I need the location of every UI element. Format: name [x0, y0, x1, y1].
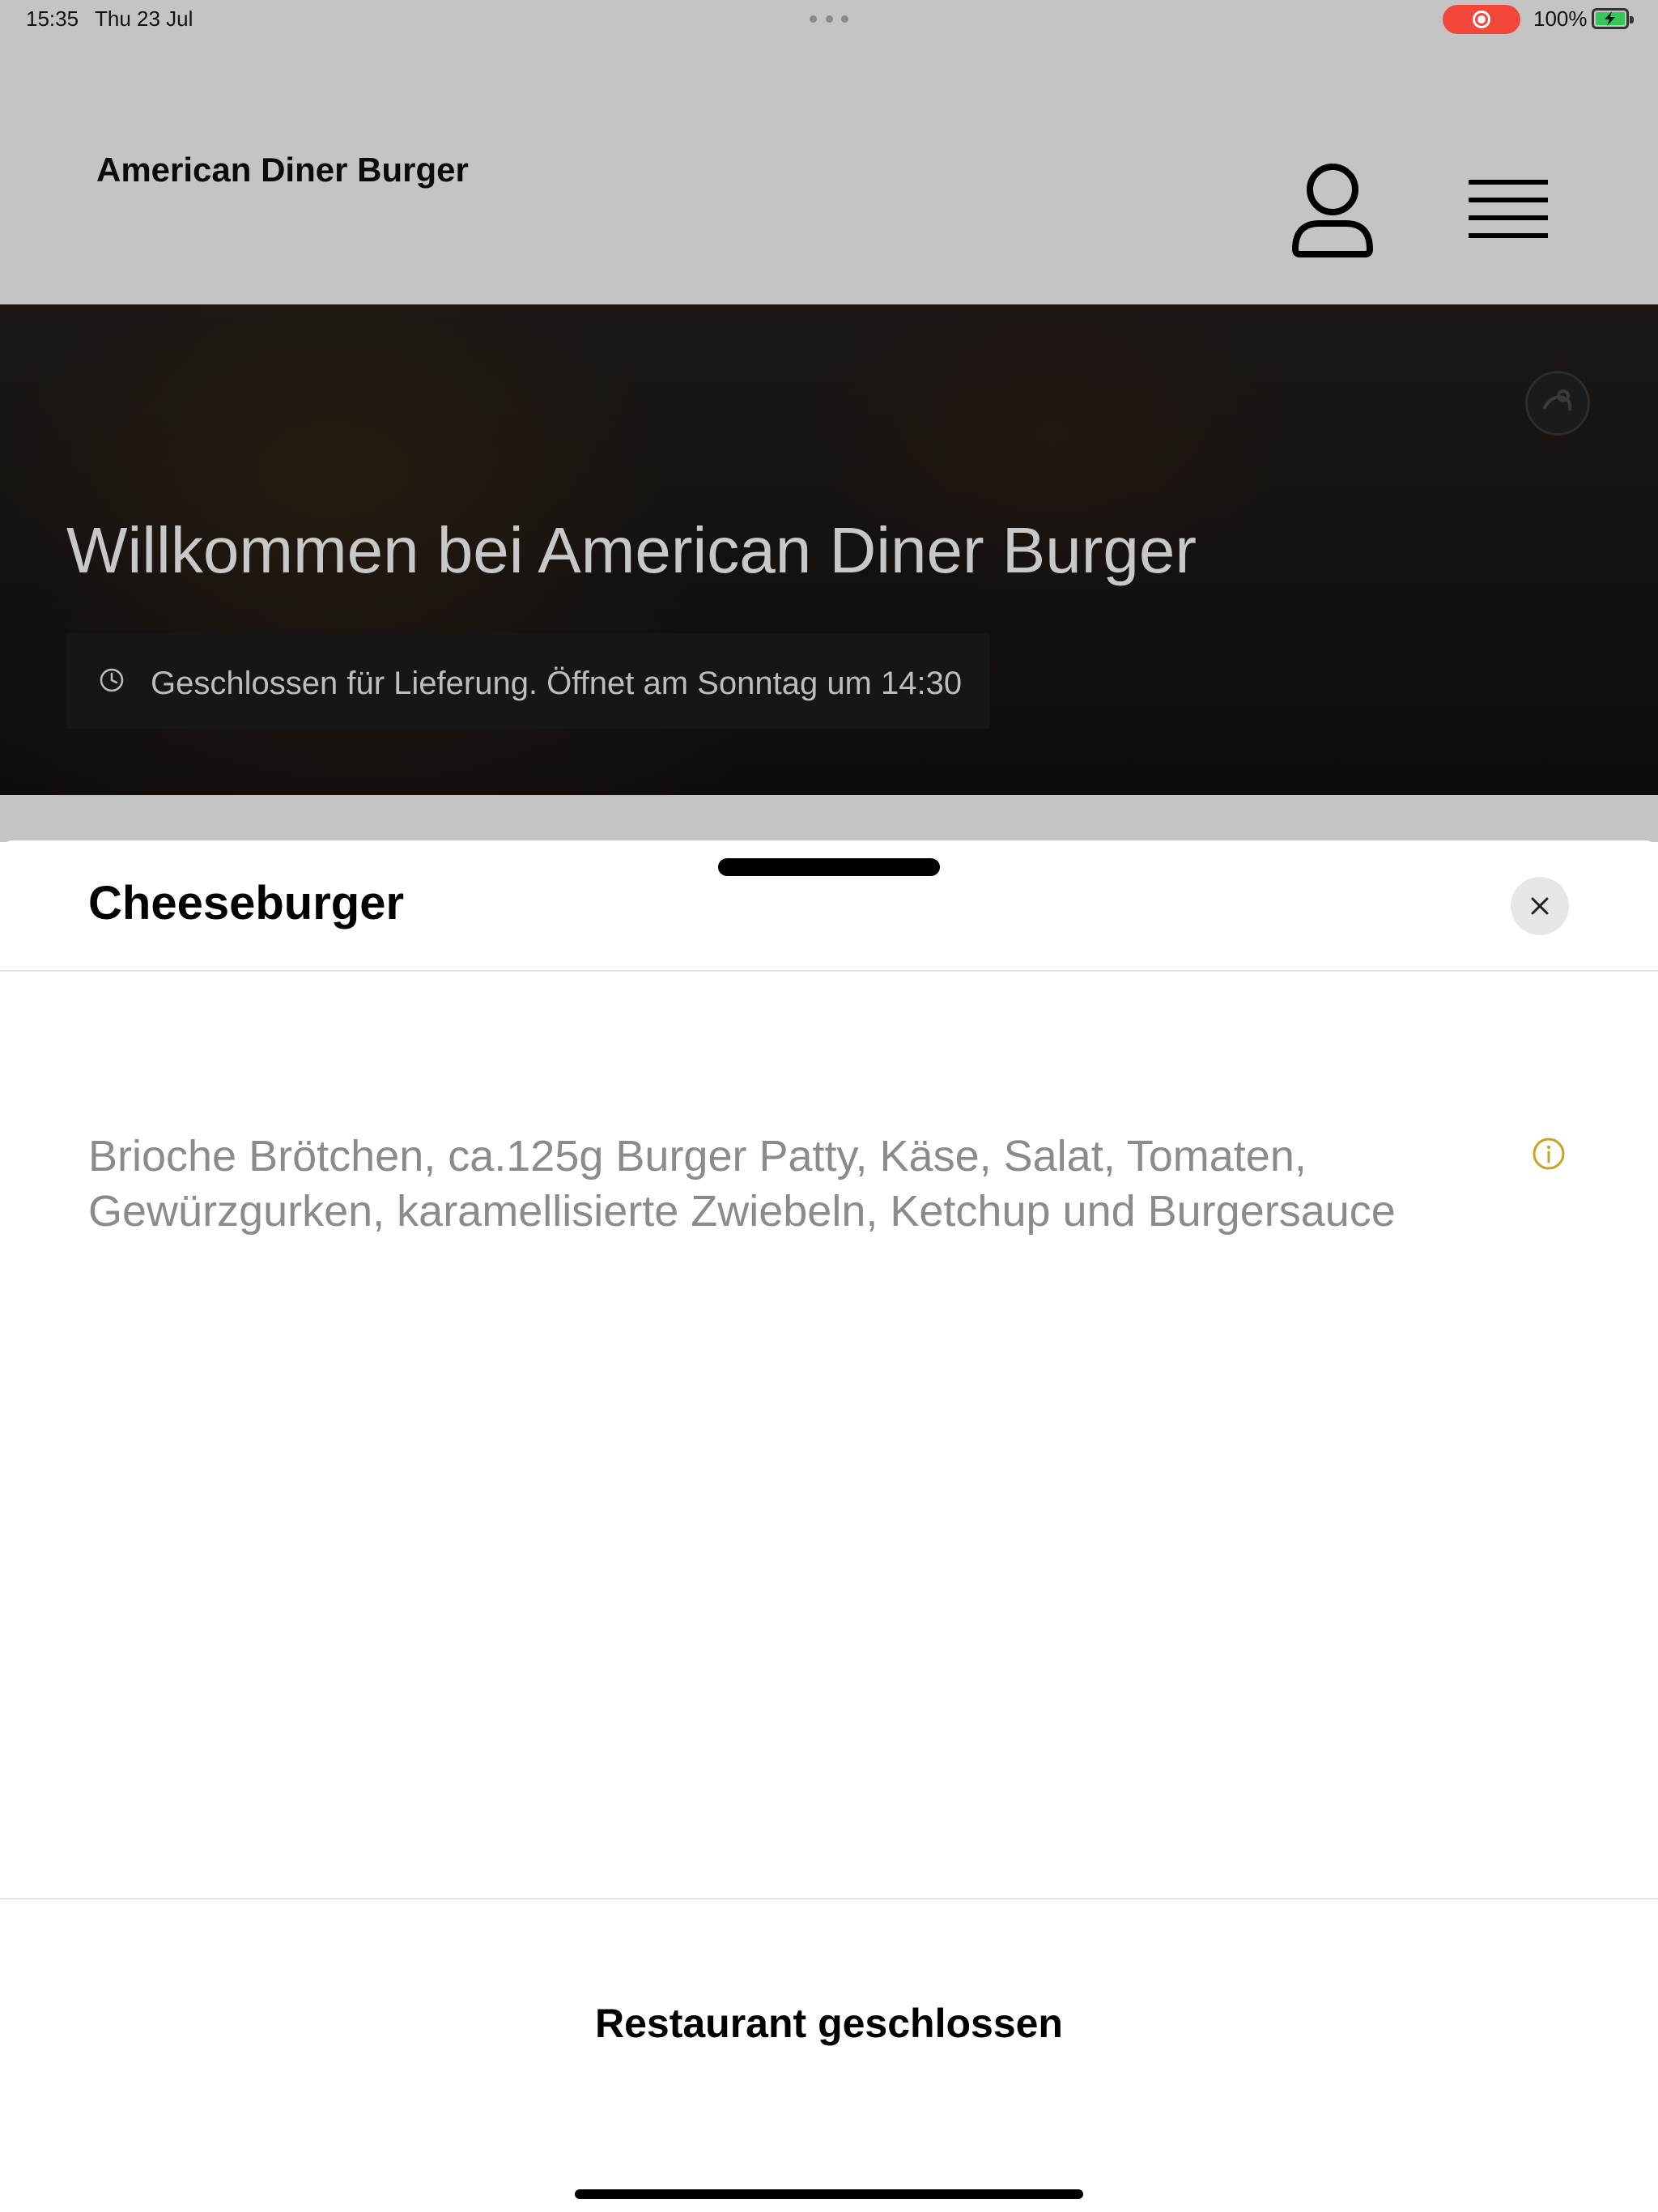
- product-title: Cheeseburger: [88, 877, 405, 929]
- user-icon: [1292, 164, 1373, 257]
- delivery-status-notice: Geschlossen für Lieferung. Öffnet am Son…: [66, 633, 989, 729]
- battery-icon: [1592, 8, 1634, 29]
- product-description: Brioche Brötchen, ca.125g Burger Patty, …: [88, 1132, 1396, 1236]
- hero-banner: Willkommen bei American Diner Burger Ges…: [0, 304, 1658, 795]
- product-detail-sheet: Cheeseburger Brioche Brötchen, ca.125g B…: [0, 840, 1658, 2212]
- status-time: 15:35: [26, 6, 79, 31]
- divider: [0, 1898, 1658, 1899]
- close-icon: [1531, 897, 1549, 915]
- info-icon[interactable]: [1532, 1137, 1566, 1171]
- home-indicator[interactable]: [575, 2189, 1083, 2199]
- sheet-grabber[interactable]: [718, 858, 940, 876]
- user-account-button[interactable]: [1287, 159, 1378, 262]
- restaurant-closed-label: Restaurant geschlossen: [595, 2001, 1063, 2046]
- screen-recording-indicator[interactable]: [1443, 5, 1520, 34]
- menu-button[interactable]: [1457, 168, 1559, 249]
- badge-icon[interactable]: [1525, 371, 1590, 436]
- delivery-status-text: Geschlossen für Lieferung. Öffnet am Son…: [151, 666, 963, 701]
- brand-name[interactable]: American Diner Burger: [96, 151, 469, 189]
- battery-percent: 100%: [1533, 6, 1588, 31]
- hero-title: Willkommen bei American Diner Burger: [66, 514, 1197, 586]
- divider: [0, 970, 1658, 972]
- status-date: Thu 23 Jul: [95, 6, 193, 31]
- clock-icon: [100, 668, 124, 692]
- status-bar: 15:35 Thu 23 Jul 100%: [0, 0, 1658, 39]
- close-button[interactable]: [1511, 877, 1569, 935]
- multitasking-dots-icon[interactable]: [810, 15, 848, 23]
- hamburger-menu-icon: [1469, 180, 1548, 238]
- site-header: American Diner Burger: [0, 39, 1658, 304]
- page-background: [0, 795, 1658, 842]
